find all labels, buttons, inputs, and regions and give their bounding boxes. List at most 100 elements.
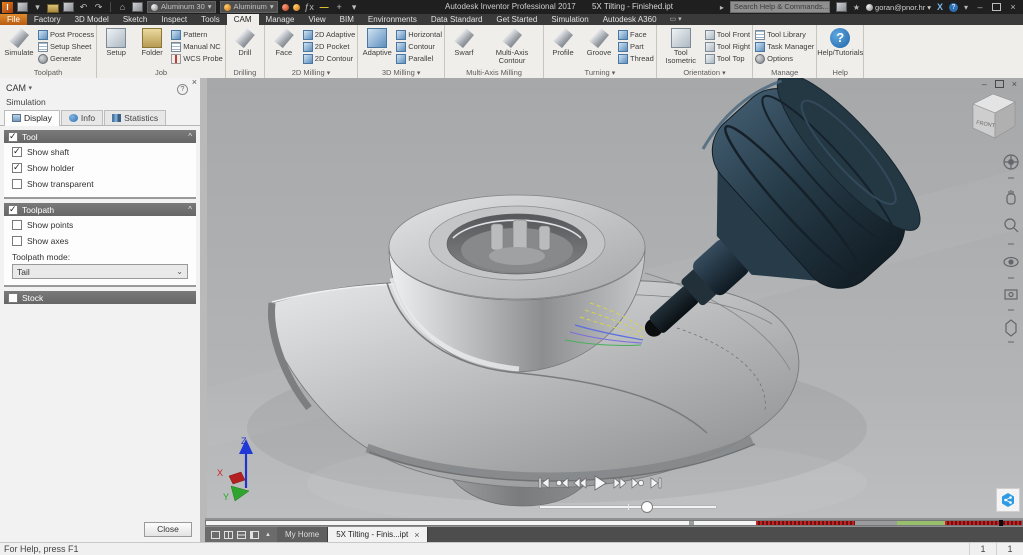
tab-get-started[interactable]: Get Started xyxy=(489,14,544,25)
inventor-logo-icon[interactable]: I xyxy=(2,2,13,13)
layout-vertical-split-icon[interactable] xyxy=(224,531,233,539)
turning-face-button[interactable]: Face xyxy=(618,29,654,40)
tab-active-document[interactable]: 5X Tilting - Finis...ipt × xyxy=(328,527,428,542)
simulation-timeline[interactable] xyxy=(205,518,1023,527)
search-expand-icon[interactable]: ▸ xyxy=(720,3,724,12)
layout-side-panel-icon[interactable] xyxy=(250,531,259,539)
panel-help-icon[interactable]: ? xyxy=(177,84,188,95)
contour-button[interactable]: Contour xyxy=(396,41,442,52)
timeline-segment-green[interactable] xyxy=(897,521,945,525)
tab-manage[interactable]: Manage xyxy=(259,14,302,25)
folder-button[interactable]: Folder xyxy=(135,26,169,57)
slider-handle[interactable] xyxy=(641,501,653,513)
turning-thread-button[interactable]: Thread xyxy=(618,53,654,64)
simulation-progress-slider[interactable] xyxy=(540,503,716,511)
timeline-segment-red[interactable] xyxy=(945,521,1022,525)
user-account[interactable]: goran@pnor.hr ▾ xyxy=(866,3,931,12)
setup-sheet-button[interactable]: Setup Sheet xyxy=(38,41,94,52)
2d-pocket-button[interactable]: 2D Pocket xyxy=(303,41,355,52)
tool-isometric-button[interactable]: Tool Isometric xyxy=(659,26,703,65)
collapse-tabs-icon[interactable]: ▲ xyxy=(265,532,271,538)
options-button[interactable]: Options xyxy=(755,53,814,64)
play-button[interactable] xyxy=(591,474,609,492)
exchange-apps-icon[interactable]: X xyxy=(937,2,943,12)
keyboard-icon[interactable] xyxy=(836,2,847,12)
tool-section-header[interactable]: Tool ^ xyxy=(4,130,196,143)
collapse-icon[interactable]: ^ xyxy=(188,132,192,141)
timeline-segment-white[interactable] xyxy=(694,521,756,525)
add-command-icon[interactable]: + xyxy=(334,2,345,12)
tab-tools[interactable]: Tools xyxy=(194,14,227,25)
view-face-icon[interactable] xyxy=(1006,320,1016,336)
tool-front-button[interactable]: Tool Front xyxy=(705,29,750,40)
setup-button[interactable]: Setup xyxy=(99,26,133,57)
tab-info[interactable]: Info xyxy=(61,110,103,125)
fx-parameters-icon[interactable]: ƒx xyxy=(304,2,315,12)
timeline-position-marker[interactable] xyxy=(999,520,1003,526)
profile-button[interactable]: Profile xyxy=(546,26,580,57)
skip-end-button[interactable] xyxy=(649,476,663,490)
group-label-job[interactable]: Job xyxy=(99,67,223,78)
step-back-button[interactable] xyxy=(573,476,587,490)
caret-down-icon[interactable]: ▾ xyxy=(964,3,968,12)
timeline-segment-gray[interactable] xyxy=(855,521,897,525)
pattern-button[interactable]: Pattern xyxy=(171,29,223,40)
show-shaft-checkbox[interactable] xyxy=(12,147,22,157)
home-icon[interactable]: ⌂ xyxy=(117,2,128,12)
appearance-dropdown[interactable]: Aluminum ▾ xyxy=(220,1,278,13)
tab-bim[interactable]: BIM xyxy=(333,14,361,25)
manual-nc-button[interactable]: Manual NC xyxy=(171,41,223,52)
a360-share-button[interactable] xyxy=(996,488,1020,512)
favorites-star-icon[interactable]: ★ xyxy=(853,3,860,12)
tab-autodesk-a360[interactable]: Autodesk A360 xyxy=(596,14,664,25)
tab-statistics[interactable]: Statistics xyxy=(104,110,166,125)
tab-data-standard[interactable]: Data Standard xyxy=(424,14,490,25)
model-viewport[interactable]: Z X Y FRONT – × xyxy=(207,78,1023,518)
ribbon-minimize-icon[interactable]: ▭ ▾ xyxy=(670,14,682,25)
turning-part-button[interactable]: Part xyxy=(618,41,654,52)
skip-start-button[interactable] xyxy=(537,476,551,490)
group-label-drilling[interactable]: Drilling xyxy=(228,67,262,78)
group-label-turning[interactable]: Turning ▾ xyxy=(546,67,654,78)
window-minimize-button[interactable]: – xyxy=(974,2,986,12)
simulate-button[interactable]: Simulate xyxy=(2,26,36,57)
tab-cam[interactable]: CAM xyxy=(227,14,259,25)
collapse-icon[interactable]: ^ xyxy=(188,205,192,214)
panel-close-icon[interactable]: × xyxy=(192,78,197,87)
2d-adaptive-button[interactable]: 2D Adaptive xyxy=(303,29,355,40)
tab-sketch[interactable]: Sketch xyxy=(116,14,154,25)
caret-down-icon[interactable]: ▾ xyxy=(349,2,360,12)
look-at-icon[interactable] xyxy=(1005,290,1017,299)
timeline-segment-red[interactable] xyxy=(756,521,855,525)
face-button[interactable]: Face xyxy=(267,26,301,57)
material-dropdown[interactable]: Aluminum 30 ▾ xyxy=(147,1,216,13)
drill-button[interactable]: Drill xyxy=(228,26,262,57)
swarf-button[interactable]: Swarf xyxy=(447,26,481,57)
toolpath-mode-select[interactable]: Tail ⌄ xyxy=(12,264,188,279)
color-icon[interactable] xyxy=(293,4,300,11)
zoom-icon[interactable] xyxy=(1005,219,1015,229)
window-close-button[interactable]: × xyxy=(1007,2,1019,12)
tab-environments[interactable]: Environments xyxy=(361,14,424,25)
adaptive-button[interactable]: Adaptive xyxy=(360,26,394,57)
tab-file[interactable]: File xyxy=(0,14,27,25)
3d-scene[interactable]: Z X Y FRONT xyxy=(207,78,1023,518)
save-icon[interactable] xyxy=(63,2,74,12)
task-manager-button[interactable]: Task Manager xyxy=(755,41,814,52)
2d-contour-button[interactable]: 2D Contour xyxy=(303,53,355,64)
show-transparent-checkbox[interactable] xyxy=(12,179,22,189)
adjust-icon[interactable] xyxy=(282,4,289,11)
tab-inspect[interactable]: Inspect xyxy=(154,14,194,25)
stock-section-header[interactable]: Stock xyxy=(4,291,196,304)
help-icon[interactable]: ? xyxy=(949,3,958,12)
show-axes-checkbox[interactable] xyxy=(12,236,22,246)
new-file-icon[interactable] xyxy=(17,2,28,12)
previous-operation-button[interactable] xyxy=(555,476,569,490)
tab-display[interactable]: Display xyxy=(4,110,60,126)
timeline-track[interactable] xyxy=(205,520,1023,526)
help-tutorials-button[interactable]: ? Help/Tutorials xyxy=(819,26,861,57)
group-label-help[interactable]: Help xyxy=(819,67,861,78)
doc-restore-icon[interactable] xyxy=(995,80,1004,88)
redo-icon[interactable]: ↷ xyxy=(93,2,104,12)
search-input[interactable]: Search Help & Commands... xyxy=(730,1,830,13)
